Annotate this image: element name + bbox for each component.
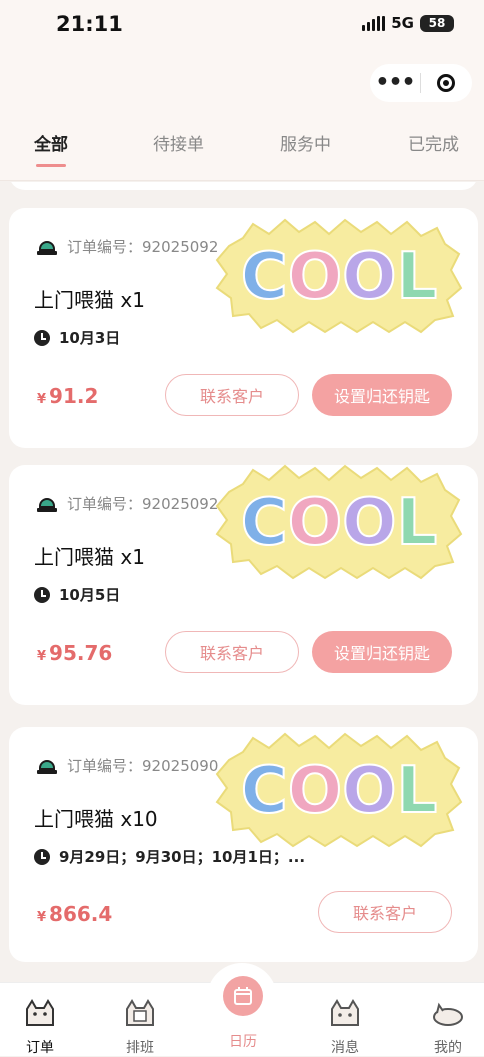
tab-all[interactable]: 全部 [34, 130, 68, 167]
contact-customer-button[interactable]: 联系客户 [318, 891, 452, 933]
sticker-letter: L [397, 754, 438, 828]
network-type: 5G [391, 14, 414, 32]
nav-bar: ••• [0, 48, 484, 118]
order-number-row: 订单编号：92025090 [37, 755, 218, 776]
sticker-letter: O [288, 486, 342, 560]
order-price: ¥95.76 [37, 641, 112, 665]
sticker-letter: L [397, 240, 438, 314]
price-value: 91.2 [49, 384, 99, 408]
tabbar-schedule-label: 排班 [126, 1040, 154, 1056]
set-key-return-button[interactable]: 设置归还钥匙 [312, 631, 452, 673]
order-price: ¥866.4 [37, 902, 112, 926]
signal-icon [362, 15, 386, 31]
tabbar-messages[interactable]: 消息 [315, 999, 375, 1057]
service-dates-row: 10月3日 [34, 327, 120, 348]
service-name: 上门喂猫 x1 [34, 545, 145, 569]
currency-symbol: ¥ [37, 392, 47, 407]
order-number-label: 订单编号： [67, 495, 143, 513]
battery-level: 58 [428, 16, 446, 30]
sticker-letter: C [241, 754, 288, 828]
more-icon[interactable]: ••• [370, 64, 420, 102]
sticker-text: COOL [241, 486, 438, 560]
tab-completed-label: 已完成 [408, 135, 459, 155]
order-card-partial [9, 182, 478, 190]
sticker-text: COOL [241, 754, 438, 828]
currency-symbol: ¥ [37, 910, 47, 925]
service-bell-icon [37, 239, 57, 255]
tab-pending[interactable]: 待接单 [153, 130, 204, 155]
sticker-letter: L [397, 486, 438, 560]
clock-icon [34, 329, 50, 346]
sticker-letter: O [342, 754, 396, 828]
cool-sticker: COOL [215, 218, 463, 334]
tab-completed[interactable]: 已完成 [408, 130, 459, 155]
tabbar-calendar-label: 日历 [229, 1034, 257, 1050]
contact-customer-button[interactable]: 联系客户 [165, 631, 299, 673]
sticker-letter: O [342, 486, 396, 560]
service-dates: 10月5日 [59, 586, 121, 604]
tab-in-service-label: 服务中 [280, 135, 331, 155]
cat-mine-icon [433, 1002, 463, 1026]
tabbar-mine-label: 我的 [434, 1040, 462, 1056]
order-number: 订单编号：92025092 [67, 236, 218, 257]
cool-sticker: COOL [215, 464, 463, 580]
tabbar-mine[interactable]: 我的 [418, 999, 478, 1057]
clock-icon [34, 586, 50, 603]
order-number: 订单编号：92025090 [67, 755, 218, 776]
bottom-tab-bar: 订单 排班 日历 消息 我的 [0, 963, 484, 1057]
tabbar-orders[interactable]: 订单 [10, 999, 70, 1057]
order-number-row: 订单编号：92025092 [37, 493, 218, 514]
price-value: 95.76 [49, 641, 113, 665]
sticker-letter: O [342, 240, 396, 314]
order-number-value: 92025090 [142, 757, 219, 775]
currency-symbol: ¥ [37, 649, 47, 664]
contact-customer-button[interactable]: 联系客户 [165, 374, 299, 416]
sticker-letter: O [288, 240, 342, 314]
order-number-value: 92025092 [142, 238, 219, 256]
cool-sticker: COOL [215, 732, 463, 848]
service-bell-icon [37, 758, 57, 774]
service-dates-row: 10月5日 [34, 584, 120, 605]
order-number: 订单编号：92025092 [67, 493, 218, 514]
set-key-return-button[interactable]: 设置归还钥匙 [312, 374, 452, 416]
tab-pending-label: 待接单 [153, 135, 204, 155]
tabbar-schedule[interactable]: 排班 [110, 999, 170, 1057]
cat-messages-icon [331, 999, 359, 1026]
status-bar: 21:11 5G 58 [0, 0, 484, 48]
tabbar-orders-label: 订单 [26, 1040, 54, 1056]
close-target-icon[interactable] [421, 74, 471, 92]
order-price: ¥91.2 [37, 384, 98, 408]
clock-icon [34, 848, 50, 865]
service-bell-icon [37, 496, 57, 512]
service-dates: 9月29日；9月30日；10月1日；... [59, 848, 306, 866]
order-tabs: 全部 待接单 服务中 已完成 [0, 118, 484, 181]
tab-underline [36, 164, 66, 167]
sticker-text: COOL [241, 240, 438, 314]
mini-program-capsule: ••• [370, 64, 472, 102]
status-time: 21:11 [56, 12, 123, 36]
sticker-letter: O [288, 754, 342, 828]
tabbar-messages-label: 消息 [331, 1040, 359, 1056]
price-value: 866.4 [49, 902, 113, 926]
service-name: 上门喂猫 x10 [34, 807, 158, 831]
cat-orders-icon [26, 999, 54, 1026]
tabbar-calendar[interactable] [223, 976, 263, 1016]
service-dates: 10月3日 [59, 329, 121, 347]
service-dates-row: 9月29日；9月30日；10月1日；... [34, 846, 305, 867]
order-number-value: 92025092 [142, 495, 219, 513]
order-number-row: 订单编号：92025092 [37, 236, 218, 257]
sticker-letter: C [241, 486, 288, 560]
order-number-label: 订单编号： [67, 238, 143, 256]
order-list[interactable]: 订单编号：92025092 上门喂猫 x1 10月3日 ¥91.2 联系客户 设… [0, 182, 484, 982]
battery-icon: 58 [420, 14, 454, 32]
sticker-letter: C [241, 240, 288, 314]
cat-schedule-icon [126, 999, 154, 1026]
service-name: 上门喂猫 x1 [34, 288, 145, 312]
tab-all-label: 全部 [34, 135, 68, 155]
tab-in-service[interactable]: 服务中 [280, 130, 331, 155]
calendar-icon [234, 987, 252, 1005]
order-number-label: 订单编号： [67, 757, 143, 775]
